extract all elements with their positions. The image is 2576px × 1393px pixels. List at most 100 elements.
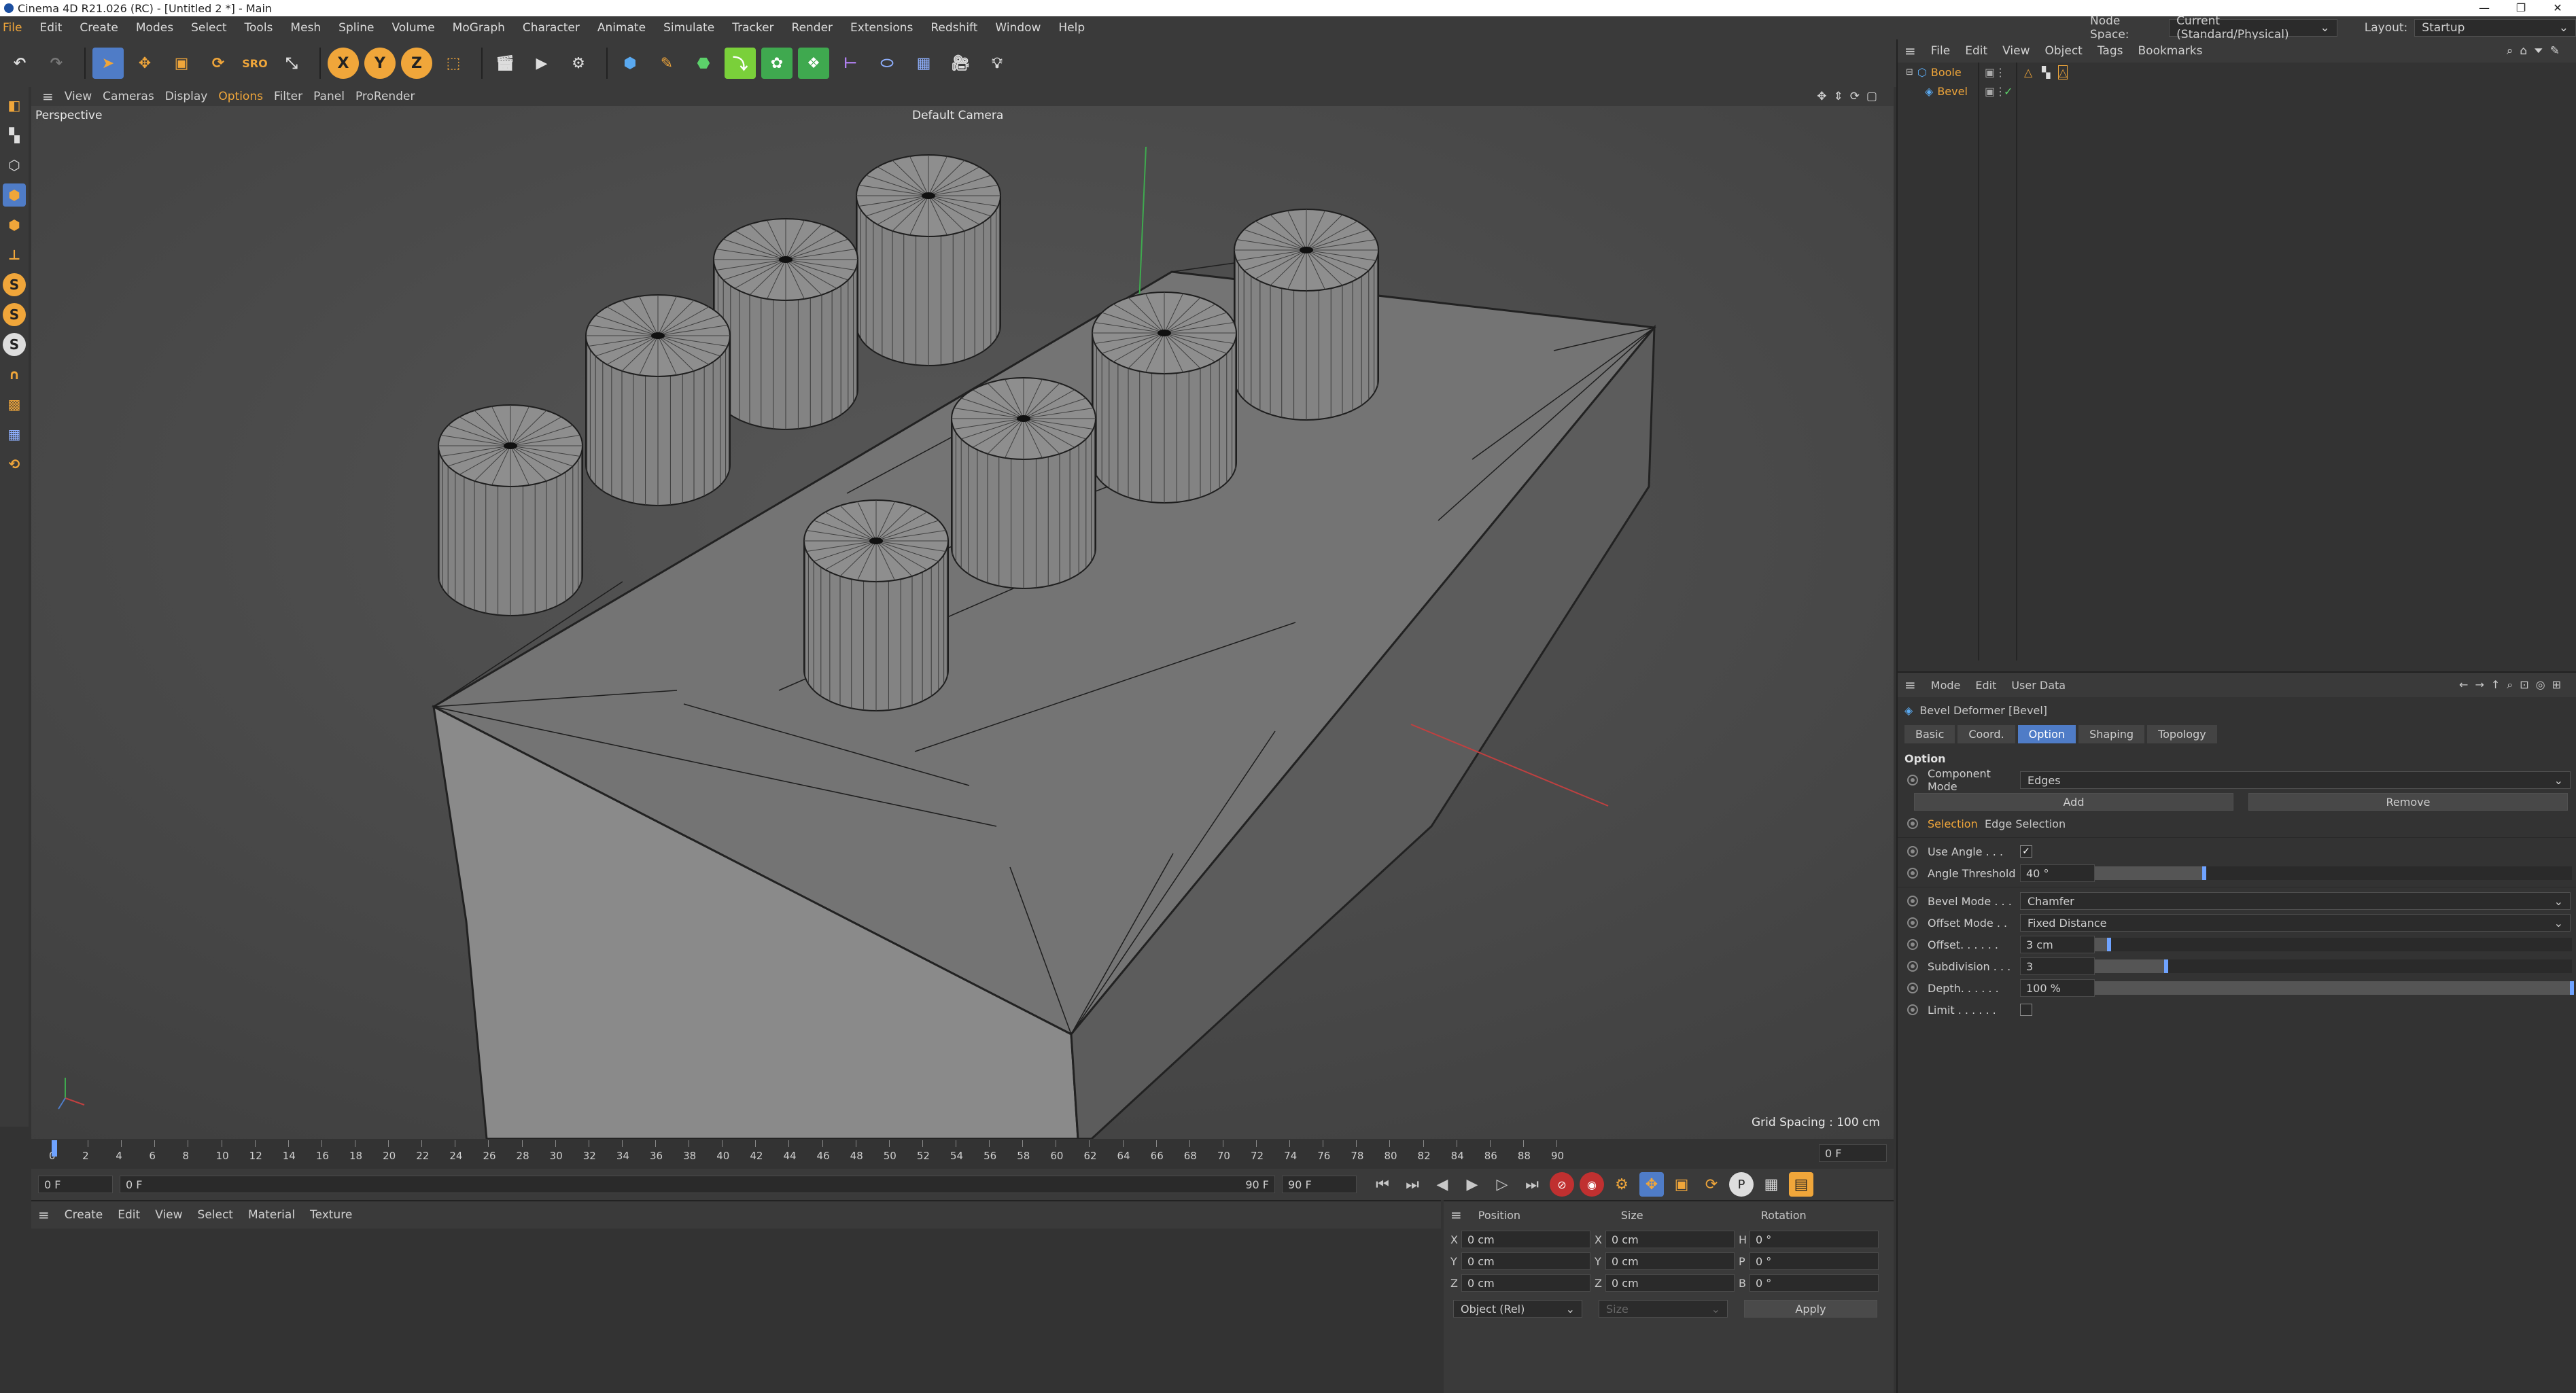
visibility-icon[interactable]: ▣⋮ — [1985, 85, 2006, 98]
bevel-name[interactable]: Bevel — [1937, 85, 1968, 98]
menu-redshift[interactable]: Redshift — [930, 21, 987, 35]
field-button[interactable]: ⊢ — [835, 48, 866, 79]
animate-radio-icon[interactable] — [1907, 775, 1918, 786]
menu-extensions[interactable]: Extensions — [850, 21, 922, 35]
live-selection-button[interactable]: ➤ — [92, 48, 124, 79]
viewport-menu-prorender[interactable]: ProRender — [355, 90, 415, 103]
attribute-menu-edit[interactable]: Edit — [1975, 679, 1996, 692]
hamburger-icon[interactable]: ≡ — [1904, 677, 1916, 693]
current-frame-field[interactable]: 0 F — [1819, 1144, 1887, 1162]
make-editable-button[interactable]: ◧ — [3, 94, 26, 117]
position-field[interactable]: 0 cm — [1461, 1252, 1590, 1270]
max-frame-field[interactable]: 90 F — [1282, 1176, 1357, 1193]
z-axis-lock-button[interactable]: Z — [401, 48, 432, 79]
cloner-button[interactable]: ✿ — [761, 48, 793, 79]
position-field[interactable]: 0 cm — [1461, 1274, 1590, 1292]
timeline-ruler[interactable]: 0246810121416182022242628303234363840424… — [31, 1139, 1894, 1169]
animate-radio-icon[interactable] — [1907, 896, 1918, 906]
autokey-button[interactable]: ◉ — [1580, 1172, 1604, 1197]
rotation-field[interactable]: 0 ° — [1750, 1274, 1879, 1292]
y-axis-lock-button[interactable]: Y — [364, 48, 396, 79]
tab-topology[interactable]: Topology — [2147, 724, 2217, 743]
sky-button[interactable]: ▦ — [908, 48, 939, 79]
polygons-mode-button[interactable]: ⊥ — [3, 243, 26, 266]
attribute-menu-user-data[interactable]: User Data — [2011, 679, 2066, 692]
add-button[interactable]: Add — [1914, 793, 2233, 811]
object-menu-bookmarks[interactable]: Bookmarks — [2138, 44, 2203, 58]
move-button[interactable]: ✥ — [129, 48, 160, 79]
coordinate-mode-dropdown[interactable]: Object (Rel) ⌄ — [1453, 1300, 1582, 1318]
viewport-nav-icons[interactable]: ✥⇕⟳▢ — [1817, 90, 1884, 103]
frame-range-slider[interactable]: 0 F 90 F — [120, 1176, 1275, 1193]
3d-viewport[interactable]: Perspective Default Camera Grid Spacing … — [31, 106, 1894, 1139]
menu-mesh[interactable]: Mesh — [290, 21, 330, 35]
hamburger-icon[interactable]: ≡ — [38, 1207, 50, 1223]
subdivision-surface-button[interactable]: ⬣ — [688, 48, 719, 79]
object-menu-view[interactable]: View — [2002, 44, 2030, 58]
slider-knob[interactable] — [2164, 959, 2169, 973]
coordinate-system-button[interactable]: ⬚ — [438, 48, 469, 79]
limit-checkbox[interactable] — [2020, 1004, 2032, 1016]
record-button[interactable]: ⊘ — [1550, 1172, 1574, 1197]
material-menu-create[interactable]: Create — [65, 1208, 103, 1222]
texture-mode-button[interactable]: ▚ — [3, 124, 26, 147]
object-menu-file[interactable]: File — [1931, 44, 1950, 58]
transform-button[interactable]: ⤡ — [276, 48, 307, 79]
slider-knob[interactable] — [2202, 866, 2207, 880]
planar-workplane-button[interactable]: ⟲ — [3, 453, 26, 476]
menu-create[interactable]: Create — [80, 21, 128, 35]
menu-animate[interactable]: Animate — [597, 21, 655, 35]
key-scale-button[interactable]: ▣ — [1669, 1172, 1694, 1197]
animate-radio-icon[interactable] — [1907, 983, 1918, 993]
go-to-end-button[interactable]: ⏭ — [1520, 1172, 1544, 1197]
tweak-mode-button[interactable]: S — [3, 303, 26, 326]
collapse-icon[interactable]: ⊟ — [1906, 67, 1913, 77]
solo-button[interactable]: S — [3, 333, 26, 356]
rotation-field[interactable]: 0 ° — [1750, 1252, 1879, 1270]
menu-character[interactable]: Character — [523, 21, 589, 35]
light-button[interactable]: 💡︎ — [981, 48, 1013, 79]
recent-tools-button[interactable]: SRO — [239, 48, 271, 79]
menu-edit[interactable]: Edit — [39, 21, 71, 35]
rotation-field[interactable]: 0 ° — [1750, 1231, 1879, 1248]
viewport-menu-cameras[interactable]: Cameras — [103, 90, 154, 103]
attribute-nav-icons[interactable]: ←→↑⌕⊡◎⊞ — [2459, 678, 2568, 692]
maximize-button[interactable]: ❐ — [2503, 0, 2539, 16]
object-menu-tags[interactable]: Tags — [2098, 44, 2123, 58]
animate-radio-icon[interactable] — [1907, 818, 1918, 829]
angle-threshold-slider[interactable] — [2095, 866, 2572, 880]
render-settings-button[interactable]: ⚙ — [563, 48, 594, 79]
menu-window[interactable]: Window — [995, 21, 1050, 35]
visibility-icon[interactable]: ▣⋮ — [1985, 66, 2006, 79]
workplane-button[interactable]: ▩ — [3, 393, 26, 416]
animate-radio-icon[interactable] — [1907, 939, 1918, 950]
render-picture-viewer-button[interactable]: ▶ — [526, 48, 557, 79]
rotate-button[interactable]: ⟳ — [203, 48, 234, 79]
subdivision-input[interactable]: 3 — [2020, 957, 2095, 975]
timeline-layout-button[interactable]: ▤ — [1789, 1172, 1813, 1197]
menu-file[interactable]: File — [3, 21, 31, 35]
bevel-mode-dropdown[interactable]: Chamfer ⌄ — [2020, 892, 2571, 910]
mograph-button[interactable]: ❖ — [798, 48, 829, 79]
offset-slider[interactable] — [2095, 938, 2572, 951]
angle-threshold-input[interactable]: 40 ° — [2020, 864, 2095, 882]
animate-radio-icon[interactable] — [1907, 868, 1918, 879]
render-view-button[interactable]: 🎬︎ — [489, 48, 521, 79]
viewport-menu-options[interactable]: Options — [218, 90, 263, 103]
menu-help[interactable]: Help — [1058, 21, 1094, 35]
start-frame-field[interactable]: 0 F — [38, 1176, 113, 1193]
key-pla-button[interactable]: ▦ — [1759, 1172, 1783, 1197]
redo-button[interactable]: ↷ — [41, 48, 72, 79]
play-button[interactable]: ▶ — [1460, 1172, 1484, 1197]
offset-input[interactable]: 3 cm — [2020, 936, 2095, 953]
camera-button[interactable]: 🎥︎ — [945, 48, 976, 79]
material-tag-icon[interactable]: ▚ — [2042, 66, 2050, 79]
offset-mode-dropdown[interactable]: Fixed Distance ⌄ — [2020, 914, 2571, 932]
animate-radio-icon[interactable] — [1907, 1004, 1918, 1015]
menu-render[interactable]: Render — [792, 21, 843, 35]
viewport-menu-view[interactable]: View — [65, 90, 92, 103]
animate-radio-icon[interactable] — [1907, 961, 1918, 972]
object-row-bevel[interactable]: ◈ Bevel ▣⋮ ✓ — [1898, 82, 2576, 101]
object-row-boole[interactable]: ⊟ ⬡ Boole ▣⋮ △ ▚ △ — [1898, 63, 2576, 82]
menu-spline[interactable]: Spline — [338, 21, 383, 35]
